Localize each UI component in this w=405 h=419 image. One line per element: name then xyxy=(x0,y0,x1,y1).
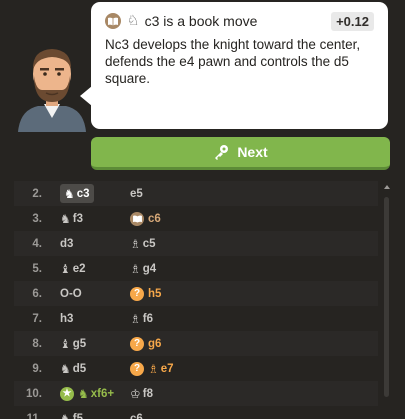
move-number: 4. xyxy=(32,237,42,250)
piece-icon: ♝ xyxy=(60,261,71,276)
move-row: 11. ♞ f5 c6 xyxy=(14,406,378,419)
move-san: f3 xyxy=(72,212,83,225)
move-number: 8. xyxy=(32,337,42,350)
move-san: g6 xyxy=(148,337,162,350)
move-san: g4 xyxy=(142,262,157,275)
move-san: xf6+ xyxy=(90,387,115,400)
eval-badge: +0.12 xyxy=(331,11,374,31)
next-button[interactable]: Next xyxy=(91,137,390,170)
move-number: 11. xyxy=(26,412,42,419)
piece-icon: ♝ xyxy=(60,336,71,351)
move-number: 10. xyxy=(26,387,42,400)
move-san: h5 xyxy=(148,287,162,300)
white-move[interactable]: ♞ f3 xyxy=(60,209,83,228)
move-san: c3 xyxy=(76,187,90,200)
piece-icon: ♗ xyxy=(130,236,141,251)
black-move[interactable]: c6 xyxy=(130,209,161,228)
white-move[interactable]: O-O xyxy=(60,284,82,303)
black-move[interactable]: e5 xyxy=(130,184,143,203)
move-san: e7 xyxy=(160,362,174,375)
move-san: h3 xyxy=(60,312,74,325)
book-move-icon xyxy=(130,211,144,226)
move-row: 8. ♝ g5? g6 xyxy=(14,331,378,356)
black-move[interactable]: ♗ f6 xyxy=(130,309,153,328)
piece-icon: ♞ xyxy=(60,361,71,376)
move-number: 3. xyxy=(32,212,42,225)
next-button-label: Next xyxy=(237,144,268,160)
move-number: 9. xyxy=(32,362,42,375)
white-move[interactable]: ★ ♞ xf6+ xyxy=(60,384,114,403)
coach-speech-bubble: ♘ c3 is a book move +0.12 Nc3 develops t… xyxy=(91,2,388,129)
piece-icon: ♞ xyxy=(60,411,71,419)
move-san: d3 xyxy=(60,237,74,250)
bubble-header: ♘ c3 is a book move +0.12 xyxy=(105,11,374,31)
black-move[interactable]: ? g6 xyxy=(130,334,161,353)
move-list[interactable]: 2. ♞ c3 e5 3. ♞ f3 c6 4. d3 ♗ c5 5. ♝ e2 ♗ g4 6. O-O? h5 7. h… xyxy=(14,181,390,419)
piece-icon: ♞ xyxy=(60,211,71,226)
piece-icon: ♞ xyxy=(64,186,75,201)
coach-avatar xyxy=(18,49,86,132)
knight-icon: ♘ xyxy=(127,13,140,29)
key-icon xyxy=(213,144,229,160)
scroll-up-arrow-icon[interactable] xyxy=(384,185,390,189)
move-san: O-O xyxy=(60,287,82,300)
move-number: 6. xyxy=(32,287,42,300)
inaccuracy-icon: ? xyxy=(130,361,144,376)
move-number: 7. xyxy=(32,312,42,325)
inaccuracy-icon: ? xyxy=(130,286,144,301)
move-row: 10. ★ ♞ xf6+ ♔ f8 xyxy=(14,381,378,406)
move-san: c6 xyxy=(130,412,143,419)
white-move[interactable]: ♞ c3 xyxy=(60,184,94,203)
coach-explanation: Nc3 develops the knight toward the cente… xyxy=(105,37,361,86)
coach-panel: ♘ c3 is a book move +0.12 Nc3 develops t… xyxy=(0,0,405,134)
piece-icon: ♔ xyxy=(130,386,141,401)
best-move-icon: ★ xyxy=(60,386,74,401)
move-row: 9. ♞ d5? ♗ e7 xyxy=(14,356,378,381)
move-row: 2. ♞ c3 e5 xyxy=(14,181,378,206)
black-move[interactable]: ♔ f8 xyxy=(130,384,153,403)
white-move[interactable]: d3 xyxy=(60,234,73,253)
black-move[interactable]: ? h5 xyxy=(130,284,161,303)
piece-icon: ♗ xyxy=(130,311,141,326)
piece-icon: ♗ xyxy=(130,261,141,276)
move-san: g5 xyxy=(72,337,87,350)
black-move[interactable]: ♗ g4 xyxy=(130,259,156,278)
move-number: 2. xyxy=(32,187,42,200)
piece-icon: ♗ xyxy=(148,361,159,376)
move-san: e5 xyxy=(130,187,143,200)
black-move[interactable]: ? ♗ e7 xyxy=(130,359,174,378)
move-san: f5 xyxy=(72,412,83,419)
coach-title: c3 is a book move xyxy=(144,13,258,29)
piece-icon: ♞ xyxy=(78,386,89,401)
move-san: c5 xyxy=(142,237,156,250)
move-number: 5. xyxy=(32,262,42,275)
move-san: e2 xyxy=(72,262,86,275)
black-move[interactable]: c6 xyxy=(130,409,143,419)
move-san: d5 xyxy=(72,362,87,375)
white-move[interactable]: ♞ d5 xyxy=(60,359,86,378)
move-row: 6. O-O? h5 xyxy=(14,281,378,306)
move-row: 3. ♞ f3 c6 xyxy=(14,206,378,231)
move-san: f6 xyxy=(142,312,153,325)
white-move[interactable]: ♝ e2 xyxy=(60,259,86,278)
white-move[interactable]: ♝ g5 xyxy=(60,334,86,353)
move-row: 5. ♝ e2 ♗ g4 xyxy=(14,256,378,281)
white-move[interactable]: ♞ f5 xyxy=(60,409,83,419)
book-move-icon xyxy=(105,13,121,29)
white-move[interactable]: h3 xyxy=(60,309,73,328)
move-san: f8 xyxy=(142,387,153,400)
inaccuracy-icon: ? xyxy=(130,336,144,351)
move-row: 4. d3 ♗ c5 xyxy=(14,231,378,256)
move-row: 7. h3 ♗ f6 xyxy=(14,306,378,331)
move-san: c6 xyxy=(148,212,161,225)
scrollbar[interactable] xyxy=(384,197,389,397)
black-move[interactable]: ♗ c5 xyxy=(130,234,156,253)
